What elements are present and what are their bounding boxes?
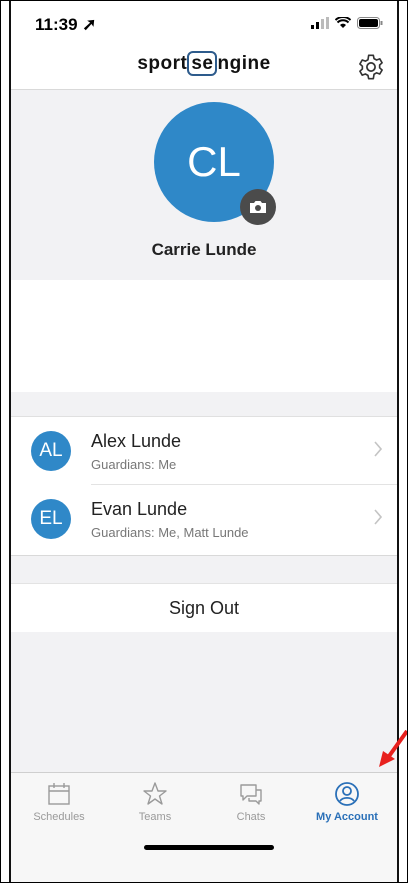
wifi-icon (335, 17, 351, 28)
status-bar: 11:39 ➚ (11, 1, 397, 45)
member-list: AL Alex Lunde Guardians: Me EL Evan Lund… (11, 417, 397, 553)
member-guardians: Guardians: Me (91, 457, 177, 472)
gear-icon[interactable] (357, 53, 385, 81)
screen-edge-left (1, 1, 11, 882)
phone-frame: 11:39 ➚ sport se ngine CL Carrie Lunde A… (0, 0, 408, 883)
tab-chats[interactable]: Chats (203, 781, 299, 823)
camera-icon (250, 201, 266, 213)
chevron-right-icon (374, 509, 383, 525)
section-divider (11, 392, 397, 417)
member-avatar: EL (31, 499, 71, 539)
annotation-arrow-icon (379, 729, 407, 767)
list-item-evan-lunde[interactable]: EL Evan Lunde Guardians: Me, Matt Lunde (11, 485, 397, 553)
calendar-icon (48, 783, 70, 805)
member-name: Evan Lunde (91, 499, 188, 519)
tab-label: My Account (316, 811, 378, 823)
camera-button[interactable] (240, 189, 276, 225)
tab-label: Schedules (33, 811, 85, 823)
signal-icon (311, 17, 329, 29)
tab-label: Chats (236, 811, 266, 823)
tab-my-account[interactable]: My Account (299, 781, 395, 823)
nav-bar: sport se ngine (11, 45, 397, 90)
star-icon (143, 782, 167, 805)
home-indicator[interactable] (144, 845, 274, 850)
battery-icon (357, 17, 383, 29)
tab-teams[interactable]: Teams (107, 781, 203, 823)
status-icons (311, 17, 383, 29)
blank-area (11, 280, 397, 392)
tab-label: Teams (138, 811, 172, 823)
sign-out-button[interactable]: Sign Out (11, 583, 397, 633)
sportsengine-logo: sport se ngine (137, 51, 271, 76)
tab-bar: Schedules Teams Chats My Account (11, 772, 397, 882)
chat-icon (240, 784, 262, 805)
tab-schedules[interactable]: Schedules (11, 781, 107, 823)
profile-header: CL Carrie Lunde (11, 90, 397, 280)
chevron-right-icon (374, 441, 383, 457)
list-item-alex-lunde[interactable]: AL Alex Lunde Guardians: Me (11, 417, 397, 485)
profile-name: Carrie Lunde (151, 240, 257, 259)
empty-area (11, 632, 397, 772)
section-divider (11, 555, 397, 584)
account-icon (335, 782, 359, 806)
app-screen: 11:39 ➚ sport se ngine CL Carrie Lunde A… (11, 1, 397, 882)
member-guardians: Guardians: Me, Matt Lunde (91, 525, 249, 540)
member-avatar: AL (31, 431, 71, 471)
status-time: 11:39 ➚ (35, 15, 97, 34)
member-name: Alex Lunde (91, 431, 182, 451)
